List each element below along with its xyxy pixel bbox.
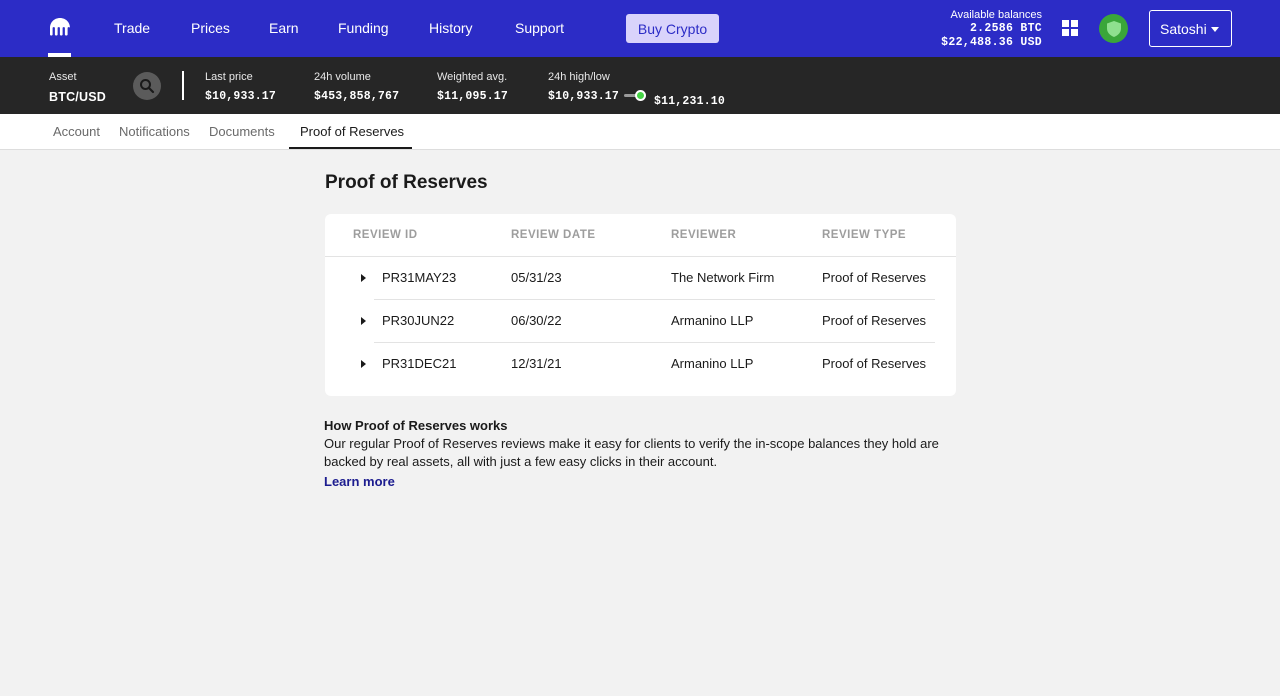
review-date: 05/31/23 [511,270,562,285]
review-type: Proof of Reserves [822,313,927,328]
balances-label: Available balances [950,9,1042,21]
review-date: 06/30/22 [511,313,562,328]
high-value: $11,231.10 [654,95,726,108]
ticker-divider [182,71,184,100]
volume-block: 24h volume $453,858,767 [314,70,399,107]
asset-label: Asset [49,71,77,83]
reviewer: The Network Firm [671,270,775,285]
table-header: REVIEW ID REVIEW DATE REVIEWER REVIEW TY… [325,214,956,257]
active-tab-indicator [289,147,412,149]
chevron-down-icon [1211,27,1219,32]
table-row[interactable]: PR30JUN22 06/30/22 Armanino LLP Proof of… [325,300,956,343]
weighted-avg-block: Weighted avg. $11,095.17 [437,70,508,107]
high-low-block: 24h high/low $10,933.17 [548,70,619,107]
balance-usd: $22,488.36 USD [941,36,1042,49]
available-balances: Available balances 2.2586 BTC $22,488.36… [941,8,1042,50]
security-shield-icon[interactable] [1099,14,1128,43]
high-low-range-indicator [624,90,649,102]
review-id: PR31DEC21 [382,356,457,371]
low-value: $10,933.17 [548,90,620,103]
volume-value: $453,858,767 [314,90,400,103]
header-review-type: REVIEW TYPE [822,229,907,241]
weighted-avg-value: $11,095.17 [437,90,509,103]
how-it-works-text: Our regular Proof of Reserves reviews ma… [324,436,939,469]
table-row[interactable]: PR31DEC21 12/31/21 Armanino LLP Proof of… [325,343,956,386]
header-review-id: REVIEW ID [353,229,418,241]
nav-funding[interactable]: Funding [338,20,389,37]
tab-account[interactable]: Account [53,124,100,139]
nav-trade[interactable]: Trade [114,20,150,37]
nav-earn[interactable]: Earn [269,20,299,37]
nav-support[interactable]: Support [515,20,564,37]
search-icon [140,79,155,94]
table-row[interactable]: PR31MAY23 05/31/23 The Network Firm Proo… [325,257,956,300]
volume-label: 24h volume [314,71,371,83]
user-menu-button[interactable]: Satoshi [1149,10,1232,47]
expand-caret-icon[interactable] [361,317,366,325]
how-it-works-title: How Proof of Reserves works [324,418,508,433]
weighted-avg-label: Weighted avg. [437,71,508,83]
learn-more-link[interactable]: Learn more [324,473,395,490]
header-review-date: REVIEW DATE [511,229,596,241]
tab-notifications[interactable]: Notifications [119,124,190,139]
balance-btc: 2.2586 BTC [969,22,1042,35]
tab-documents[interactable]: Documents [209,124,275,139]
top-nav: Trade Prices Earn Funding History Suppor… [0,0,1280,57]
last-price-label: Last price [205,71,253,83]
user-name: Satoshi [1160,20,1207,37]
range-knob [635,90,646,101]
expand-caret-icon[interactable] [361,274,366,282]
asset-value: BTC/USD [49,90,106,104]
asset-block[interactable]: Asset BTC/USD [49,70,106,107]
account-subtabs: Account Notifications Documents Proof of… [0,114,1280,150]
reviewer: Armanino LLP [671,356,754,371]
header-reviewer: REVIEWER [671,229,737,241]
review-date: 12/31/21 [511,356,562,371]
last-price-block: Last price $10,933.17 [205,70,276,107]
buy-crypto-button[interactable]: Buy Crypto [626,14,719,43]
asset-search-button[interactable] [133,72,161,100]
tab-proof-of-reserves[interactable]: Proof of Reserves [300,124,404,139]
review-id: PR30JUN22 [382,313,455,328]
kraken-logo-icon[interactable] [48,16,72,40]
review-id: PR31MAY23 [382,270,457,285]
page-title: Proof of Reserves [325,172,488,193]
expand-caret-icon[interactable] [361,360,366,368]
last-price-value: $10,933.17 [205,90,277,103]
market-ticker-bar: Asset BTC/USD Last price $10,933.17 24h … [0,57,1280,114]
high-low-label: 24h high/low [548,71,610,83]
nav-history[interactable]: History [429,20,473,37]
reviewer: Armanino LLP [671,313,754,328]
review-type: Proof of Reserves [822,356,927,371]
reviews-table: REVIEW ID REVIEW DATE REVIEWER REVIEW TY… [325,214,956,396]
how-it-works-section: How Proof of Reserves works Our regular … [324,417,964,491]
apps-grid-icon[interactable] [1062,20,1078,36]
nav-prices[interactable]: Prices [191,20,230,37]
review-type: Proof of Reserves [822,270,927,285]
